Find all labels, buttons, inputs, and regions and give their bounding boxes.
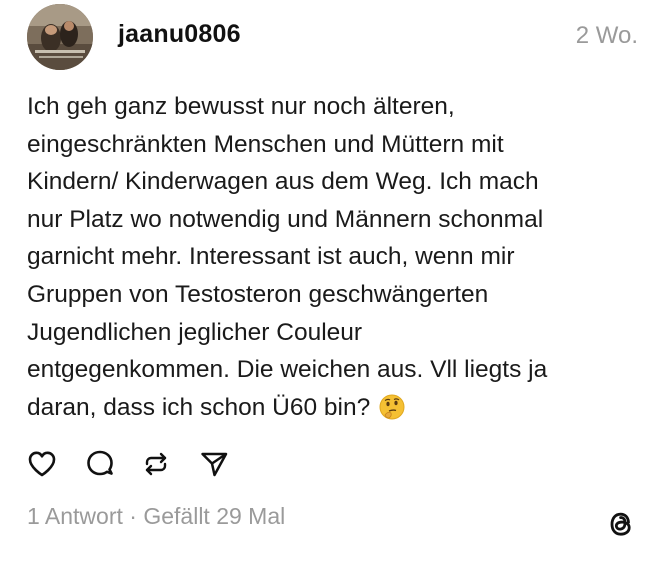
repost-button[interactable]: [140, 448, 172, 480]
username[interactable]: jaanu0806: [118, 20, 241, 49]
like-button[interactable]: [26, 448, 58, 480]
reply-count[interactable]: 1 Antwort: [27, 503, 123, 529]
avatar[interactable]: [27, 4, 93, 70]
reply-button[interactable]: [84, 448, 116, 480]
like-count[interactable]: Gefällt 29 Mal: [143, 503, 285, 529]
post-stats: 1 Antwort · Gefällt 29 Mal: [27, 503, 285, 530]
post-timestamp: 2 Wo.: [575, 22, 638, 49]
stats-separator: ·: [122, 503, 144, 529]
repost-arrows-icon: [145, 452, 167, 476]
heart-icon: [28, 451, 56, 477]
comment-bubble-icon: [87, 450, 113, 476]
send-arrow-icon: [201, 452, 228, 477]
thinking-face-icon: [379, 394, 405, 432]
avatar-image: [27, 4, 93, 70]
share-button[interactable]: [198, 448, 230, 480]
threads-logo-icon: [604, 507, 638, 541]
post-text: Ich geh ganz bewusst nur noch älteren, e…: [27, 93, 548, 421]
post-body: Ich geh ganz bewusst nur noch älteren, e…: [27, 88, 637, 431]
